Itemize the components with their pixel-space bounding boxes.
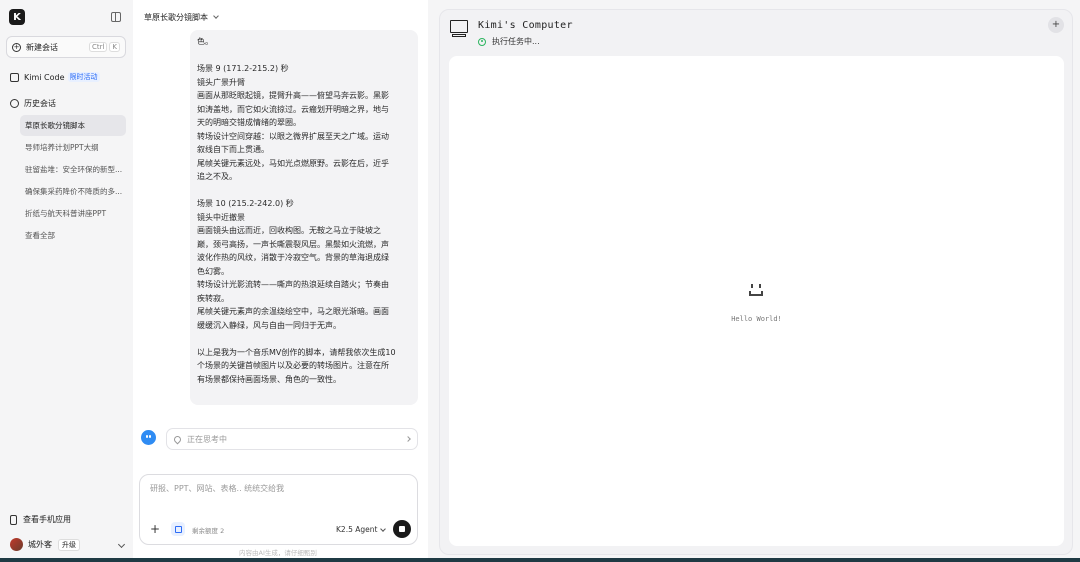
message-line: 尾帧关键元素远处，马如光点燃原野。云影在后，近乎 <box>197 158 389 168</box>
message-line: 画面镜头由远而近，回收构图。无鞍之马立于陡坡之 <box>197 226 381 235</box>
shortcut-k: K <box>109 42 120 52</box>
message-line: 天的明暗交错成情绪的翠圈。 <box>197 118 301 127</box>
message-line: 波化作热的风纹，消散于冷寂空气。背景的草海退成绿 <box>197 253 389 262</box>
mobile-app-link[interactable]: 查看手机应用 <box>10 514 71 525</box>
message-line: 有场景都保持画面场景、角色的一致性。 <box>197 374 341 384</box>
computer-icon <box>450 20 470 38</box>
history-item-2[interactable]: 驻留盐堆：安全环保的新型... <box>20 159 126 180</box>
hello-world-text: Hello World! <box>731 315 782 323</box>
thinking-status[interactable]: 正在思考中 <box>166 428 418 450</box>
kimi-logo[interactable]: K <box>9 9 25 25</box>
message-blank-line <box>197 49 411 63</box>
ai-disclaimer: 内容由AI生成，请仔细甄别 <box>239 549 317 557</box>
message-line: 画面从那眨眼起镜，提臂升高——俯望马奔云影。黑影 <box>197 91 389 100</box>
clock-icon <box>10 99 19 108</box>
message-line: 疾转寂。 <box>197 293 229 303</box>
message-line: 缓缓沉入静绿，风与自由一同归于无声。 <box>197 320 341 330</box>
window-bottom-edge <box>0 558 1080 562</box>
message-line: 色幻雾。 <box>197 266 229 276</box>
thinking-label: 正在思考中 <box>187 434 227 444</box>
new-chat-icon: + <box>12 42 21 52</box>
phone-icon <box>10 514 17 525</box>
message-line: 镜头广景升臂 <box>197 77 245 87</box>
message-line: 叙线自下而上贯通。 <box>197 145 269 154</box>
upgrade-button[interactable]: 升级 <box>58 538 80 551</box>
chat-title: 草原长歌分镜脚本 <box>144 13 208 22</box>
chevron-right-icon <box>405 436 411 442</box>
model-label: K2.5 Agent <box>336 525 378 534</box>
shortcut-ctrl: Ctrl <box>88 42 108 52</box>
message-line: 个场景的关键首帧图片以及必要的转场图片。注意在所 <box>197 361 389 370</box>
history-label: 历史会话 <box>24 99 56 108</box>
message-blank-line <box>197 332 411 346</box>
message-line: 色。 <box>197 37 213 46</box>
new-chat-label: 新建会话 <box>26 42 58 52</box>
expand-panel-button[interactable]: + <box>1048 17 1064 33</box>
message-line: 场景 10 (215.2-242.0) 秒 <box>197 199 294 208</box>
location-icon <box>172 434 183 444</box>
mobile-app-label: 查看手机应用 <box>23 515 71 524</box>
message-line: 以上是我为一个音乐MV创作的脚本，请帮我依次生成10 <box>197 347 396 357</box>
message-line: 追之不及。 <box>197 172 237 181</box>
message-line: 场景 9 (171.2-215.2) 秒 <box>197 64 289 73</box>
collapse-sidebar-icon[interactable] <box>111 12 121 22</box>
message-line: 转场设计空间穿越：以眼之微界扩展至天之广域。运动 <box>197 131 389 141</box>
message-line: 如涛盖地，而它如火流掠过。云瘢划开明暗之界，地与 <box>197 104 389 114</box>
add-attachment-button[interactable]: + <box>148 522 162 536</box>
task-status: 执行任务中... <box>478 36 540 47</box>
message-composer[interactable]: 研报、PPT、网站、表格.. 统统交给我 + 剩余额度 2 K2.5 Agent <box>139 474 418 545</box>
status-running-icon <box>478 37 486 46</box>
chevron-down-icon <box>380 525 387 532</box>
message-blank-line <box>197 184 411 198</box>
code-icon <box>10 72 19 82</box>
model-selector[interactable]: K2.5 Agent <box>336 525 387 534</box>
kimi-bot-avatar <box>141 430 156 445</box>
message-line: 镜头中近撤景 <box>197 212 245 222</box>
user-menu[interactable]: 城外客 升级 <box>10 538 126 551</box>
remaining-quota: 剩余额度 2 <box>192 527 225 535</box>
chevron-down-icon <box>117 540 126 549</box>
computer-screen: Hello World! <box>449 56 1064 546</box>
message-line: 转场设计光影流转——嘶声的热浪延续自踏火；节奏由 <box>197 280 389 289</box>
sidebar: K + 新建会话 Ctrl K Kimi Code 限时活动 历史会话 草原长歌… <box>0 0 133 562</box>
history-item-3[interactable]: 确保集采药降价不降质的多... <box>20 181 126 202</box>
avatar <box>10 538 23 551</box>
chat-column: 草原长歌分镜脚本 色。场景 9 (171.2-215.2) 秒镜头广景升臂画面从… <box>133 0 428 562</box>
user-message-bubble: 色。场景 9 (171.2-215.2) 秒镜头广景升臂画面从那眨眼起镜，提臂升… <box>190 30 418 405</box>
smiley-icon <box>745 281 767 301</box>
history-item-4[interactable]: 折纸与航天科普讲座PPT <box>20 203 126 224</box>
chat-title-dropdown[interactable]: 草原长歌分镜脚本 <box>144 12 219 23</box>
user-name: 城外客 <box>28 540 52 549</box>
view-all-history[interactable]: 查看全部 <box>20 225 126 246</box>
stop-generation-button[interactable] <box>393 520 411 538</box>
computer-panel: Kimi's Computer 执行任务中... + Hello World! <box>439 9 1073 555</box>
history-header[interactable]: 历史会话 <box>10 98 56 109</box>
tool-toggle-icon[interactable] <box>171 522 185 536</box>
composer-input[interactable]: 研报、PPT、网站、表格.. 统统交给我 <box>150 483 284 494</box>
new-chat-button[interactable]: + 新建会话 Ctrl K <box>6 36 126 58</box>
history-item-1[interactable]: 导师培养计划PPT大纲 <box>20 137 126 158</box>
status-label: 执行任务中... <box>492 37 540 46</box>
kimi-code-link[interactable]: Kimi Code 限时活动 <box>10 72 100 82</box>
promo-badge: 限时活动 <box>67 72 100 82</box>
chevron-down-icon <box>213 13 219 19</box>
kimi-code-label: Kimi Code <box>24 72 65 82</box>
history-item-0[interactable]: 草原长歌分镜脚本 <box>20 115 126 136</box>
message-line: 尾帧关键元素声的余温绕绘空中，马之眼光渐暗。画面 <box>197 307 389 316</box>
message-line: 巅，颈弓高扬，一声长嘶震裂风层。黑鬃如火流燃，声 <box>197 239 389 249</box>
computer-title: Kimi's Computer <box>478 20 573 31</box>
